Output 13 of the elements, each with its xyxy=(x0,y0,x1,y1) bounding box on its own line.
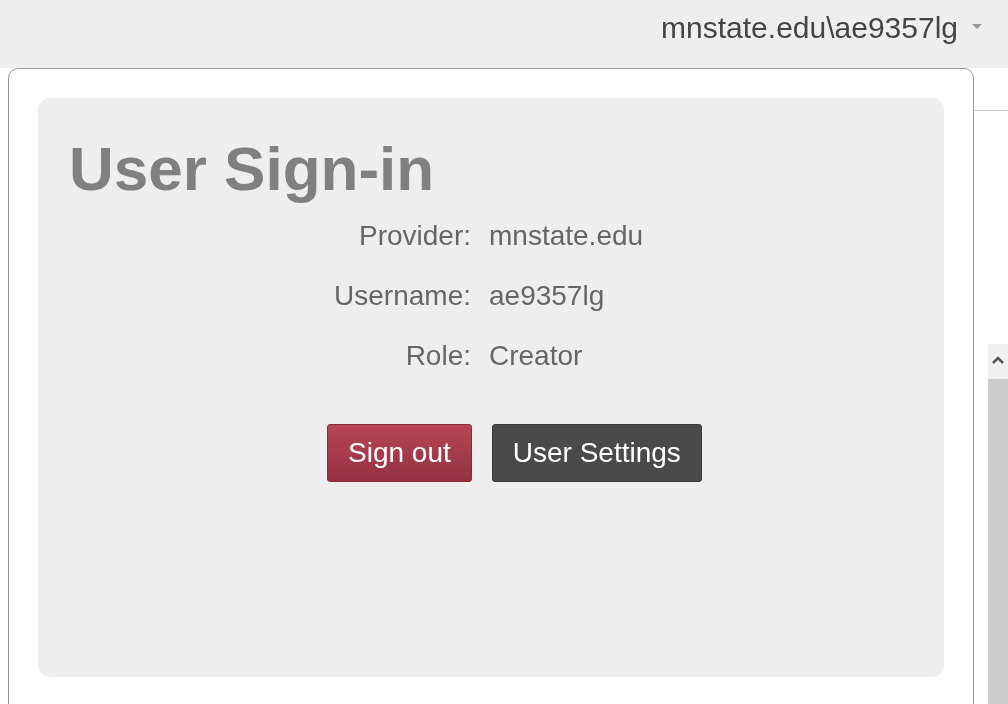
field-label: Username: xyxy=(333,279,471,313)
field-value: ae9357lg xyxy=(489,279,605,313)
sign-out-button[interactable]: Sign out xyxy=(327,424,472,482)
popup-title: User Sign-in xyxy=(69,134,436,204)
scrollbar[interactable] xyxy=(988,344,1008,704)
scroll-up-icon[interactable] xyxy=(992,356,1004,364)
field-label: Provider: xyxy=(357,219,471,253)
field-value: Creator xyxy=(489,339,583,373)
account-menu[interactable]: mnstate.edu\ae9357lg xyxy=(661,4,982,50)
settings-button[interactable]: User Settings xyxy=(491,424,702,482)
field-label: Role: xyxy=(404,339,471,373)
caret-icon xyxy=(972,24,982,30)
field-value: mnstate.edu xyxy=(489,219,644,253)
